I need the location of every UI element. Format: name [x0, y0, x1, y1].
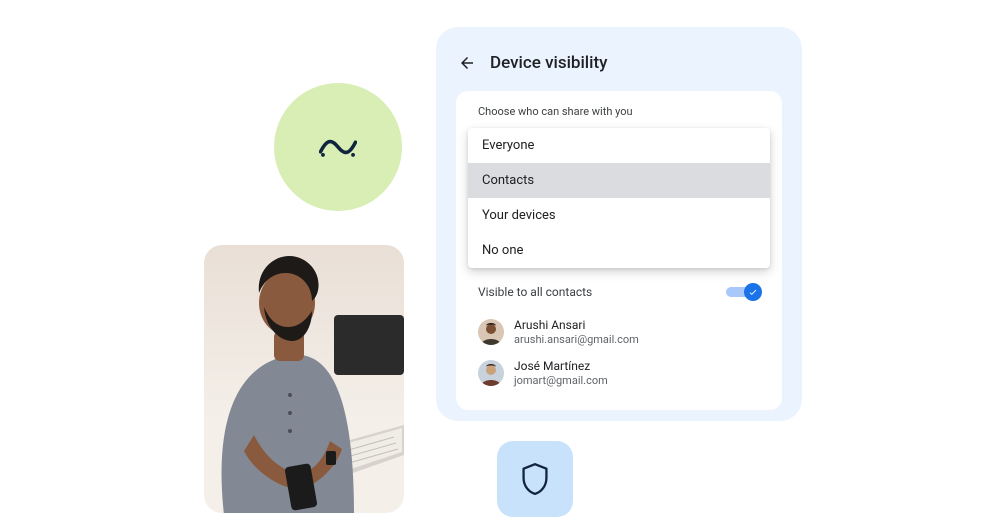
inner-panel: Choose who can share with you Everyone C… — [456, 91, 782, 410]
visible-to-contacts-toggle[interactable] — [726, 284, 760, 300]
option-everyone[interactable]: Everyone — [468, 128, 770, 163]
option-no-one[interactable]: No one — [468, 233, 770, 268]
device-visibility-card: Device visibility Choose who can share w… — [436, 27, 802, 421]
option-your-devices[interactable]: Your devices — [468, 198, 770, 233]
wave-icon — [319, 135, 357, 159]
contact-email: arushi.ansari@gmail.com — [514, 333, 639, 347]
visible-to-contacts-label: Visible to all contacts — [478, 285, 592, 299]
contact-row[interactable]: José Martínez jomart@gmail.com — [456, 353, 782, 394]
contact-text: José Martínez jomart@gmail.com — [514, 359, 608, 388]
toggle-thumb — [744, 283, 762, 301]
contact-email: jomart@gmail.com — [514, 374, 608, 388]
visibility-option-list: Everyone Contacts Your devices No one — [468, 128, 770, 268]
panel-sublabel: Choose who can share with you — [456, 105, 782, 128]
back-button[interactable] — [458, 54, 476, 72]
card-title: Device visibility — [490, 53, 607, 73]
check-icon — [748, 287, 758, 297]
arrow-left-icon — [458, 54, 476, 72]
shield-icon — [521, 463, 549, 495]
option-contacts[interactable]: Contacts — [468, 163, 770, 198]
contact-name: José Martínez — [514, 359, 608, 374]
decorative-circle — [274, 83, 402, 211]
contact-name: Arushi Ansari — [514, 318, 639, 333]
contact-row[interactable]: Arushi Ansari arushi.ansari@gmail.com — [456, 312, 782, 353]
shield-badge — [497, 441, 573, 517]
photo-person-phone — [204, 245, 404, 513]
visible-to-contacts-row: Visible to all contacts — [456, 268, 782, 312]
avatar — [478, 319, 504, 345]
contact-text: Arushi Ansari arushi.ansari@gmail.com — [514, 318, 639, 347]
card-header: Device visibility — [456, 49, 782, 91]
avatar — [478, 360, 504, 386]
